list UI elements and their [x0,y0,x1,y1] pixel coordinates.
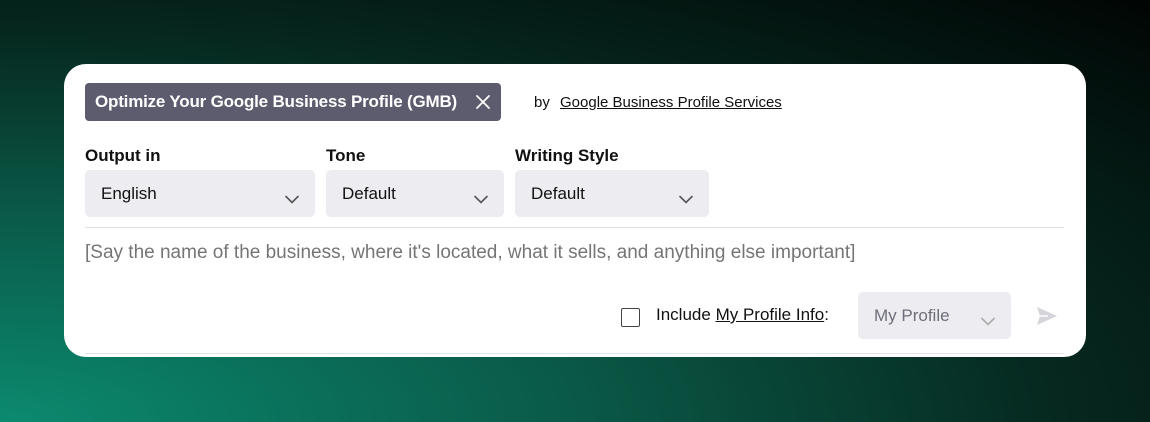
writing-style-value: Default [531,183,585,203]
output-language-select[interactable]: English [85,170,315,217]
output-in-label: Output in [85,146,161,165]
include-profile-label: Include My Profile Info: [656,305,829,325]
profile-select[interactable]: My Profile [858,292,1011,339]
chevron-down-icon [285,189,299,204]
tone-select[interactable]: Default [326,170,504,217]
writing-style-select[interactable]: Default [515,170,709,217]
author-line: by Google Business Profile Services [534,94,782,111]
prompt-card: Optimize Your Google Business Profile (G… [64,64,1086,357]
tone-label: Tone [326,146,366,165]
send-icon[interactable] [1035,304,1059,328]
template-title: Optimize Your Google Business Profile (G… [95,92,457,111]
my-profile-info-link[interactable]: My Profile Info [716,305,825,324]
output-language-value: English [101,183,157,203]
profile-select-value: My Profile [874,305,950,325]
writing-style-label: Writing Style [515,146,619,165]
chevron-down-icon [679,189,693,204]
chevron-down-icon [474,189,488,204]
close-icon[interactable] [475,94,491,110]
bottom-divider [85,353,1064,354]
author-link[interactable]: Google Business Profile Services [560,94,782,111]
prompt-input[interactable] [85,242,1025,264]
include-text: Include [656,305,711,324]
tone-value: Default [342,183,396,203]
by-label: by [534,94,550,111]
chevron-down-icon [981,311,995,326]
divider [85,227,1064,228]
include-profile-checkbox[interactable] [621,308,640,327]
colon-text: : [824,305,829,324]
template-chip: Optimize Your Google Business Profile (G… [85,83,501,121]
